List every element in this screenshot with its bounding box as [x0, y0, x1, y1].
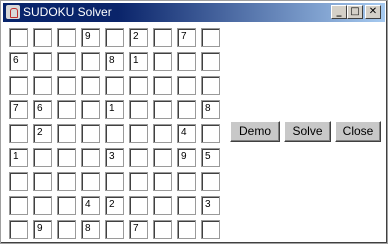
sudoku-cell[interactable] [81, 100, 100, 119]
sudoku-cell[interactable] [57, 196, 76, 215]
sudoku-cell[interactable]: 7 [129, 220, 148, 239]
sudoku-cell[interactable] [57, 124, 76, 143]
sudoku-cell[interactable] [129, 124, 148, 143]
sudoku-cell[interactable] [153, 124, 172, 143]
sudoku-cell[interactable] [9, 28, 28, 47]
sudoku-cell[interactable]: 6 [9, 52, 28, 71]
content-area: 9276817618241395423987 Demo Solve Close [3, 22, 385, 241]
sudoku-cell[interactable]: 9 [33, 220, 52, 239]
sudoku-cell[interactable] [129, 148, 148, 167]
sudoku-cell[interactable] [177, 52, 196, 71]
sudoku-cell[interactable] [57, 100, 76, 119]
sudoku-cell[interactable] [33, 76, 52, 95]
sudoku-cell[interactable]: 8 [105, 52, 124, 71]
sudoku-cell[interactable] [153, 220, 172, 239]
sudoku-cell[interactable]: 6 [33, 100, 52, 119]
sudoku-cell[interactable] [201, 52, 220, 71]
sudoku-cell[interactable] [33, 172, 52, 191]
sudoku-cell[interactable] [105, 172, 124, 191]
close-button[interactable]: Close [335, 121, 381, 142]
sudoku-cell[interactable] [9, 76, 28, 95]
sudoku-cell[interactable]: 9 [177, 148, 196, 167]
sudoku-cell[interactable]: 4 [177, 124, 196, 143]
sudoku-grid: 9276817618241395423987 [9, 28, 226, 241]
sudoku-cell[interactable] [177, 76, 196, 95]
sudoku-cell[interactable] [129, 76, 148, 95]
sudoku-cell[interactable]: 3 [105, 148, 124, 167]
sudoku-cell[interactable]: 5 [201, 148, 220, 167]
sudoku-cell[interactable] [57, 172, 76, 191]
sudoku-cell[interactable] [201, 76, 220, 95]
sudoku-cell[interactable] [153, 76, 172, 95]
window-title: SUDOKU Solver [23, 5, 112, 19]
sudoku-cell[interactable] [105, 124, 124, 143]
sudoku-cell[interactable] [153, 28, 172, 47]
sudoku-cell[interactable] [81, 124, 100, 143]
sudoku-cell[interactable] [153, 196, 172, 215]
sudoku-cell[interactable] [9, 172, 28, 191]
sudoku-cell[interactable] [57, 148, 76, 167]
sudoku-cell[interactable] [57, 52, 76, 71]
sudoku-cell[interactable] [201, 220, 220, 239]
sudoku-cell[interactable] [9, 220, 28, 239]
sudoku-cell[interactable] [153, 52, 172, 71]
sudoku-cell[interactable]: 3 [201, 196, 220, 215]
sudoku-cell[interactable] [33, 52, 52, 71]
sudoku-cell[interactable]: 8 [81, 220, 100, 239]
demo-button[interactable]: Demo [230, 121, 280, 142]
sudoku-cell[interactable]: 1 [105, 100, 124, 119]
sudoku-cell[interactable] [81, 172, 100, 191]
maximize-button[interactable]: □ [347, 5, 363, 19]
sudoku-cell[interactable] [201, 124, 220, 143]
sudoku-cell[interactable] [201, 172, 220, 191]
sudoku-cell[interactable] [81, 52, 100, 71]
sudoku-cell[interactable]: 9 [81, 28, 100, 47]
sudoku-cell[interactable]: 1 [9, 148, 28, 167]
sudoku-cell[interactable] [201, 28, 220, 47]
java-cup-icon[interactable] [6, 5, 20, 19]
sudoku-cell[interactable] [129, 172, 148, 191]
sudoku-cell[interactable] [81, 76, 100, 95]
sudoku-cell[interactable] [177, 196, 196, 215]
sudoku-cell[interactable]: 2 [33, 124, 52, 143]
sudoku-cell[interactable] [177, 172, 196, 191]
sudoku-cell[interactable]: 1 [129, 52, 148, 71]
sudoku-cell[interactable]: 4 [81, 196, 100, 215]
sudoku-cell[interactable] [153, 148, 172, 167]
sudoku-cell[interactable] [57, 76, 76, 95]
sudoku-cell[interactable] [177, 220, 196, 239]
solve-button[interactable]: Solve [284, 121, 331, 142]
sudoku-cell[interactable] [33, 28, 52, 47]
sudoku-cell[interactable] [57, 220, 76, 239]
sudoku-cell[interactable]: 8 [201, 100, 220, 119]
sudoku-cell[interactable]: 7 [177, 28, 196, 47]
minimize-button[interactable]: _ [331, 5, 347, 19]
sudoku-cell[interactable] [153, 172, 172, 191]
app-window: SUDOKU Solver _ □ ✕ 92768176182413954239… [0, 0, 388, 244]
sudoku-cell[interactable] [153, 100, 172, 119]
sudoku-cell[interactable] [129, 196, 148, 215]
sudoku-cell[interactable] [177, 100, 196, 119]
sudoku-cell[interactable] [57, 28, 76, 47]
title-bar[interactable]: SUDOKU Solver _ □ ✕ [3, 3, 385, 22]
sudoku-cell[interactable] [105, 76, 124, 95]
sudoku-cell[interactable] [105, 220, 124, 239]
close-window-button[interactable]: ✕ [365, 5, 381, 19]
sudoku-cell[interactable]: 2 [105, 196, 124, 215]
sudoku-cell[interactable]: 2 [129, 28, 148, 47]
sudoku-cell[interactable] [9, 196, 28, 215]
sudoku-cell[interactable] [105, 28, 124, 47]
sudoku-cell[interactable] [33, 196, 52, 215]
sudoku-cell[interactable]: 7 [9, 100, 28, 119]
sudoku-cell[interactable] [9, 124, 28, 143]
sudoku-cell[interactable] [81, 148, 100, 167]
sudoku-cell[interactable] [33, 148, 52, 167]
sudoku-cell[interactable] [129, 100, 148, 119]
